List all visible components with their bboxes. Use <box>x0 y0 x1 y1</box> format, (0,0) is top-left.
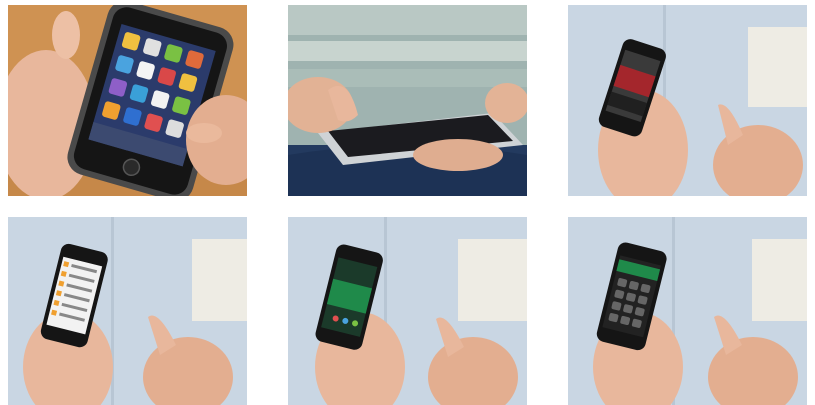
photo-phone-home-screen-image <box>8 5 247 196</box>
photo-tablet-tap <box>288 5 527 196</box>
photo-collage <box>0 0 815 405</box>
photo-phone-home-screen <box>8 5 247 196</box>
photo-phone-keypad-screen-image <box>568 217 807 405</box>
photo-phone-list-screen <box>8 217 247 405</box>
photo-phone-list-screen-image <box>8 217 247 405</box>
photo-tablet-tap-image <box>288 5 527 196</box>
photo-phone-red-screen-image <box>568 5 807 196</box>
photo-phone-keypad-screen <box>568 217 807 405</box>
photo-phone-green-screen-image <box>288 217 527 405</box>
photo-phone-green-screen <box>288 217 527 405</box>
photo-phone-red-screen <box>568 5 807 196</box>
